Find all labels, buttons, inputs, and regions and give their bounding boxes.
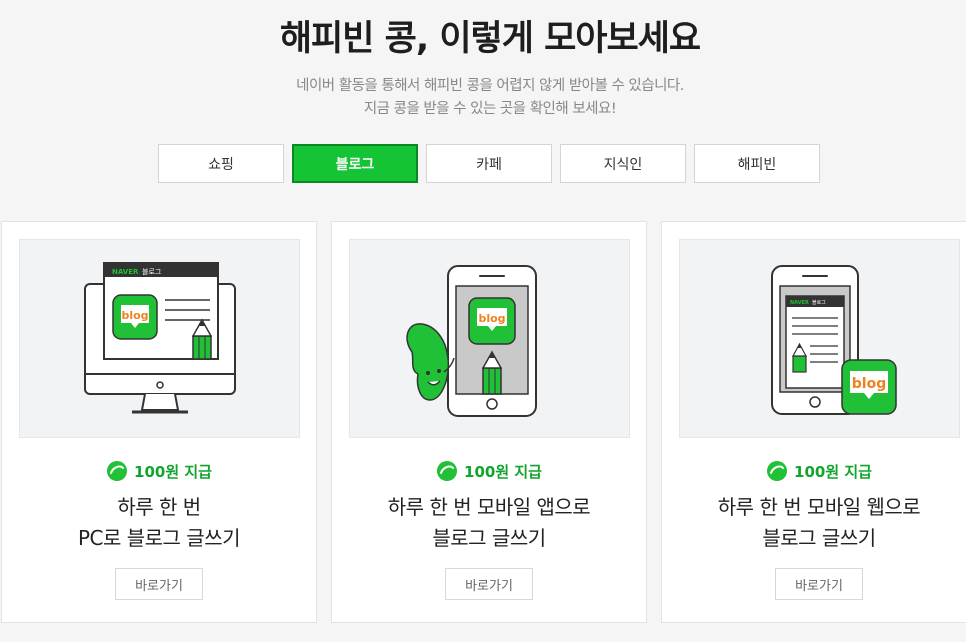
go-button[interactable]: 바로가기	[445, 568, 533, 600]
svg-text:blog: blog	[121, 309, 148, 322]
card-mobile-app-blog: blog 100원 지급 하루 한 번 모바일 앱으로 블로그 글쓰기 바로가기	[331, 221, 647, 623]
category-tabs: 쇼핑 블로그 카페 지식인 해피빈	[158, 144, 820, 183]
pc-blog-illustration: NAVER 블로그 blog	[19, 239, 300, 438]
page-description: 네이버 활동을 통해서 해피빈 콩을 어렵지 않게 받아볼 수 있습니다. 지금…	[0, 75, 966, 121]
reward-badge: 100원 지급	[332, 460, 646, 482]
card-title-line-2: 블로그 글쓰기	[762, 526, 876, 550]
svg-text:NAVER: NAVER	[790, 300, 809, 306]
svg-text:blog: blog	[478, 312, 505, 325]
reward-text: 100원 지급	[464, 462, 542, 481]
card-title-line-2: 블로그 글쓰기	[432, 526, 546, 550]
card-title-line-1: 하루 한 번 모바일 앱으로	[387, 495, 591, 519]
description-line-1: 네이버 활동을 통해서 해피빈 콩을 어렵지 않게 받아볼 수 있습니다.	[296, 78, 684, 94]
reward-text: 100원 지급	[794, 462, 872, 481]
card-title: 하루 한 번 PC로 블로그 글쓰기	[2, 492, 316, 554]
bean-icon	[437, 461, 458, 481]
phone-app-illustration: blog	[406, 265, 537, 417]
svg-text:blog: blog	[852, 376, 886, 392]
card-title-line-2: PC로 블로그 글쓰기	[77, 526, 241, 550]
bean-icon	[107, 461, 128, 481]
card-title-line-1: 하루 한 번	[117, 495, 201, 519]
tab-happybean[interactable]: 해피빈	[694, 144, 820, 183]
tab-kin[interactable]: 지식인	[560, 144, 686, 183]
page-title: 해피빈 콩, 이렇게 모아보세요	[279, 19, 701, 59]
go-button[interactable]: 바로가기	[775, 568, 863, 600]
reward-badge: 100원 지급	[2, 460, 316, 482]
svg-text:블로그: 블로그	[812, 299, 826, 306]
tab-blog[interactable]: 블로그	[292, 144, 418, 183]
svg-text:블로그: 블로그	[142, 267, 162, 276]
mobile-app-illustration: blog	[349, 239, 630, 438]
reward-badge: 100원 지급	[662, 460, 966, 482]
mobile-web-illustration: NAVER 블로그 blog	[679, 239, 960, 438]
phone-web-illustration: NAVER 블로그 blog	[771, 265, 897, 415]
reward-text: 100원 지급	[134, 462, 212, 481]
tab-shopping[interactable]: 쇼핑	[158, 144, 284, 183]
card-title: 하루 한 번 모바일 앱으로 블로그 글쓰기	[332, 492, 646, 554]
tab-cafe[interactable]: 카페	[426, 144, 552, 183]
description-line-2: 지금 콩을 받을 수 있는 곳을 확인해 보세요!	[363, 101, 617, 117]
go-button[interactable]: 바로가기	[115, 568, 203, 600]
card-title-line-1: 하루 한 번 모바일 웹으로	[717, 495, 921, 519]
card-pc-blog: NAVER 블로그 blog 100원 지급 하루 한 번 PC로 블로그 글쓰…	[1, 221, 317, 623]
card-mobile-web-blog: NAVER 블로그 blog 100원 지급 하루 한 번 모바일 웹으로 블로…	[661, 221, 966, 623]
bean-icon	[767, 461, 788, 481]
monitor-illustration: NAVER 블로그 blog	[84, 262, 236, 414]
svg-text:NAVER: NAVER	[112, 268, 139, 276]
card-title: 하루 한 번 모바일 웹으로 블로그 글쓰기	[662, 492, 966, 554]
